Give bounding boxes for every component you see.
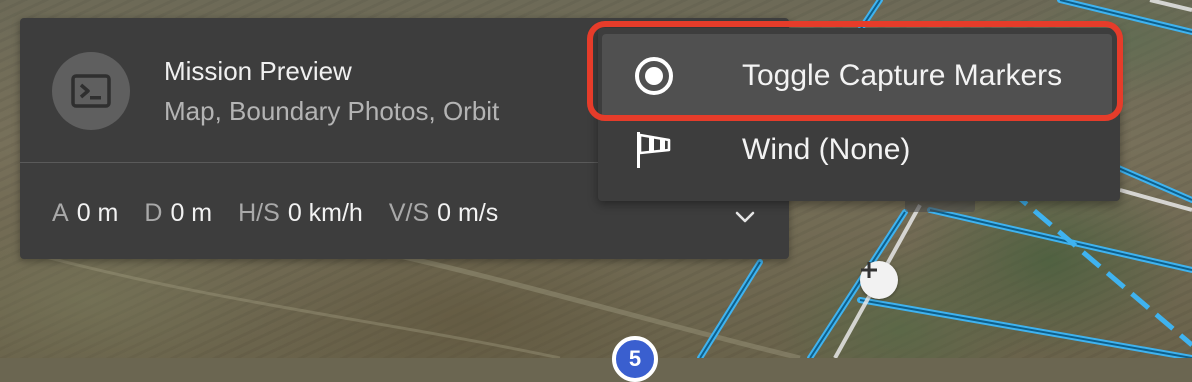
chevron-down-icon bbox=[735, 211, 755, 223]
stat-value: 0 m bbox=[76, 199, 119, 227]
terminal-icon bbox=[71, 74, 111, 108]
menu-item-label: Wind (None) bbox=[742, 133, 911, 166]
radio-target-icon bbox=[632, 54, 676, 98]
stat-distance: D 0 m bbox=[144, 199, 212, 228]
waypoint-marker[interactable]: 5 bbox=[612, 336, 658, 382]
stat-value: 0 m bbox=[170, 199, 213, 227]
stat-value: 0 m/s bbox=[437, 199, 499, 227]
plus-icon bbox=[861, 262, 877, 278]
stat-vertical-speed: V/S 0 m/s bbox=[389, 199, 498, 228]
menu-item-toggle-capture-markers[interactable]: Toggle Capture Markers bbox=[598, 34, 1120, 118]
stat-value: 0 km/h bbox=[287, 199, 363, 227]
telemetry-stats: A 0 m D 0 m H/S 0 km/h V/S 0 m/s bbox=[52, 199, 524, 228]
add-waypoint-button[interactable] bbox=[860, 261, 898, 299]
stat-label: D bbox=[144, 199, 163, 227]
menu-item-wind[interactable]: Wind (None) bbox=[598, 108, 1120, 192]
mission-avatar[interactable] bbox=[52, 52, 130, 130]
stat-label: V/S bbox=[388, 199, 430, 227]
stat-altitude: A 0 m bbox=[52, 199, 118, 228]
map-options-menu: Toggle Capture Markers Wind (None) bbox=[598, 28, 1120, 201]
expand-button[interactable] bbox=[730, 202, 760, 232]
stat-label: H/S bbox=[238, 199, 280, 227]
stat-label: A bbox=[52, 199, 69, 227]
waypoint-number: 5 bbox=[628, 346, 642, 371]
windsock-icon bbox=[632, 128, 676, 172]
menu-item-label: Toggle Capture Markers bbox=[742, 59, 1063, 92]
mission-title: Mission Preview bbox=[164, 56, 352, 86]
stat-horizontal-speed: H/S 0 km/h bbox=[238, 199, 363, 228]
mission-subtitle: Map, Boundary Photos, Orbit bbox=[164, 96, 500, 126]
